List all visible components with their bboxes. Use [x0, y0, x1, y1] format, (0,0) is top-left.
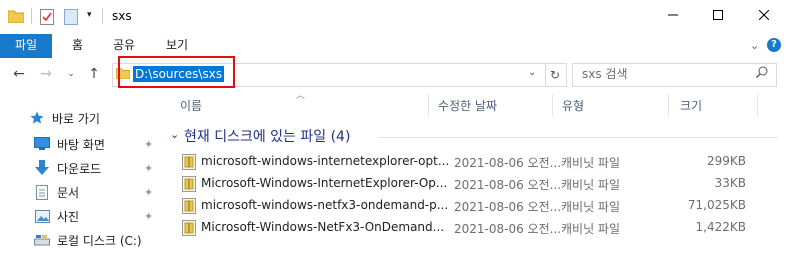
nav-label: 바탕 화면 [57, 137, 105, 152]
pictures-icon [33, 208, 51, 224]
back-button[interactable]: ← [11, 66, 27, 82]
file-date: 2021-08-06 오전... [454, 200, 560, 214]
file-name: Microsoft-Windows-NetFx3-OnDemand... [201, 220, 445, 234]
forward-button[interactable]: → [38, 66, 54, 82]
file-size: 71,025KB [687, 198, 746, 212]
column-separator[interactable] [757, 94, 758, 116]
column-header-type[interactable]: 유형 [562, 96, 584, 116]
nav-item-local-disk[interactable]: 로컬 디스크 (C:) [33, 229, 142, 251]
search-icon[interactable] [756, 66, 768, 81]
cabinet-file-icon [182, 220, 196, 236]
sort-ascending-icon: ︿ [296, 91, 306, 101]
cabinet-file-icon [182, 176, 196, 192]
column-header-date[interactable]: 수정한 날짜 [438, 96, 497, 116]
tab-home[interactable]: 홈 [72, 34, 83, 58]
nav-label: 로컬 디스크 (C:) [57, 233, 142, 248]
file-date: 2021-08-06 오전... [454, 222, 560, 236]
group-divider [378, 137, 778, 138]
quick-access-dropdown-icon[interactable]: ▾ [87, 10, 92, 20]
document-icon [33, 184, 51, 200]
search-input[interactable]: sxs 검색 [582, 66, 628, 82]
maximize-icon [713, 9, 723, 23]
column-separator[interactable] [668, 94, 669, 116]
minimize-icon [668, 9, 678, 23]
pin-icon[interactable]: ✦ [144, 210, 153, 223]
close-button[interactable] [741, 0, 787, 32]
nav-label: 바로 가기 [52, 111, 100, 126]
star-icon [28, 110, 46, 126]
group-header[interactable]: 현재 디스크에 있는 파일 (4) [184, 127, 350, 147]
collapse-group-icon[interactable]: ⌄ [170, 128, 179, 141]
window-title: sxs [112, 9, 132, 23]
nav-item-downloads[interactable]: 다운로드 [33, 157, 101, 179]
pin-icon[interactable]: ✦ [144, 186, 153, 199]
file-row[interactable]: microsoft-windows-netfx3-ondemand-p... 2… [176, 195, 752, 217]
recent-locations-icon[interactable]: ⌄ [63, 66, 79, 82]
nav-item-pictures[interactable]: 사진 [33, 205, 79, 227]
pin-icon[interactable]: ✦ [144, 162, 153, 175]
desktop-icon [33, 136, 51, 152]
divider [31, 8, 32, 24]
folder-icon [7, 9, 25, 26]
pin-icon[interactable]: ✦ [144, 138, 153, 151]
expand-ribbon-icon[interactable]: ⌄ [750, 39, 759, 52]
minimize-button[interactable] [650, 0, 696, 32]
file-size: 299KB [706, 154, 746, 168]
help-icon[interactable]: ? [767, 38, 781, 52]
nav-label: 사진 [57, 209, 80, 224]
close-icon [758, 9, 770, 23]
nav-label: 다운로드 [57, 161, 102, 176]
nav-item-desktop[interactable]: 바탕 화면 [33, 133, 105, 155]
cabinet-file-icon [182, 198, 196, 214]
tab-file[interactable]: 파일 [0, 34, 52, 58]
divider [102, 8, 103, 24]
nav-item-documents[interactable]: 문서 [33, 181, 79, 203]
drive-icon [33, 232, 51, 248]
nav-quick-access[interactable]: 바로 가기 [28, 107, 100, 129]
cabinet-file-icon [182, 154, 196, 170]
file-row[interactable]: microsoft-windows-internetexplorer-opt..… [176, 151, 752, 173]
nav-label: 문서 [57, 185, 80, 200]
file-name: microsoft-windows-netfx3-ondemand-p... [201, 198, 449, 212]
maximize-button[interactable] [695, 0, 741, 32]
file-row[interactable]: Microsoft-Windows-NetFx3-OnDemand... 202… [176, 217, 752, 239]
download-icon [33, 160, 51, 176]
file-name: Microsoft-Windows-InternetExplorer-Op... [201, 176, 448, 190]
properties-icon[interactable] [40, 9, 54, 28]
refresh-button[interactable]: ↻ [544, 63, 567, 87]
file-name: microsoft-windows-internetexplorer-opt..… [201, 154, 450, 168]
column-header-size[interactable]: 크기 [680, 96, 702, 116]
highlight-box [118, 56, 235, 88]
address-dropdown-icon[interactable]: ⌄ [528, 67, 536, 78]
refresh-icon: ↻ [549, 68, 561, 82]
new-folder-icon[interactable] [64, 9, 78, 28]
file-size: 33KB [714, 176, 746, 190]
file-date: 2021-08-06 오전... [454, 156, 560, 170]
tab-view[interactable]: 보기 [166, 34, 188, 58]
file-row[interactable]: Microsoft-Windows-InternetExplorer-Op...… [176, 173, 752, 195]
file-size: 1,422KB [695, 220, 746, 234]
file-date: 2021-08-06 오전... [454, 178, 560, 192]
column-separator[interactable] [552, 94, 553, 116]
column-header-name[interactable]: 이름 [180, 96, 202, 116]
column-separator[interactable] [428, 94, 429, 116]
up-button[interactable]: ↑ [86, 66, 102, 82]
tab-share[interactable]: 공유 [113, 34, 135, 58]
